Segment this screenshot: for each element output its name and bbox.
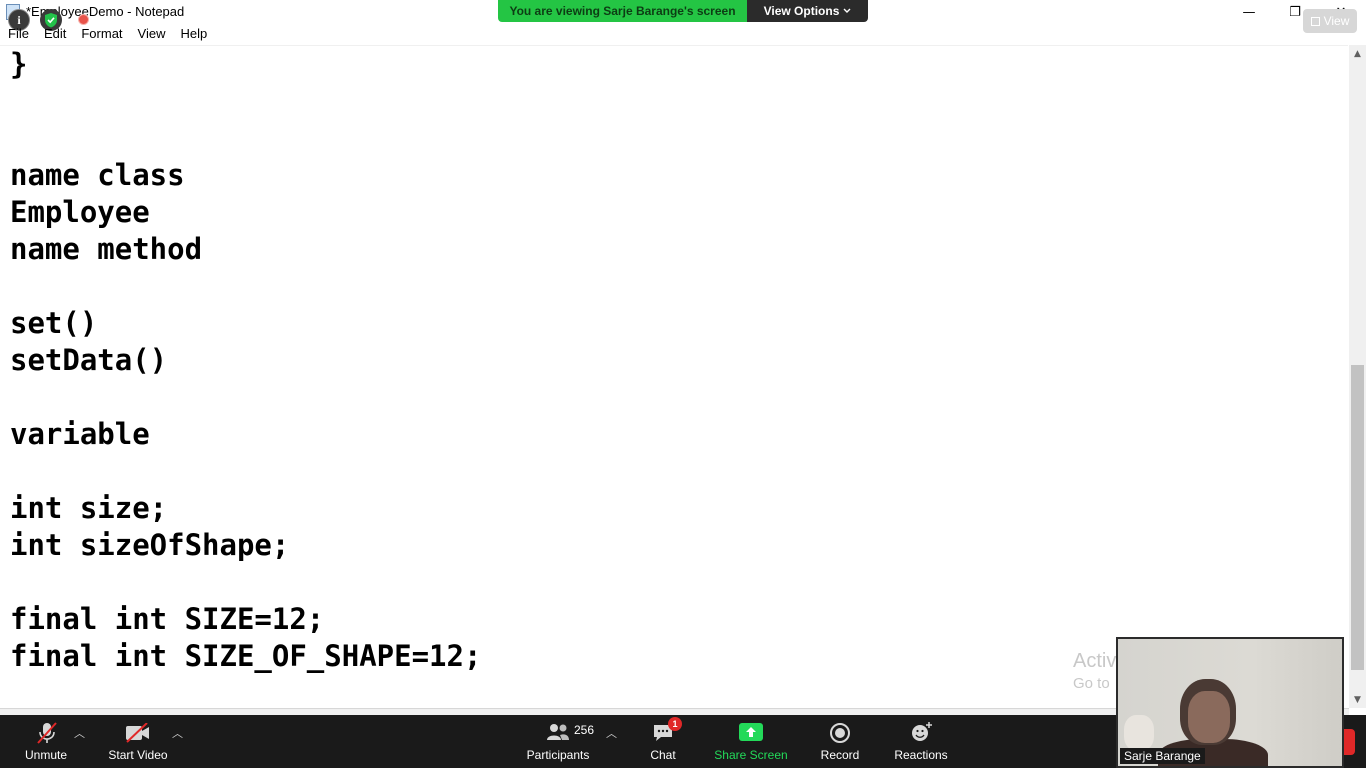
video-options-chevron-icon[interactable]: ︿ xyxy=(172,725,183,741)
scroll-up-arrow-icon[interactable]: ▲ xyxy=(1349,45,1366,62)
scrollbar-thumb[interactable] xyxy=(1351,365,1364,670)
activation-watermark: Activ Go to xyxy=(1073,650,1116,692)
end-meeting-button-edge[interactable] xyxy=(1343,729,1355,755)
code-line: int sizeOfShape; xyxy=(10,528,290,562)
watermark-line-2: Go to xyxy=(1073,675,1110,692)
menu-bar: File Edit Format View Help xyxy=(0,24,1366,44)
share-screen-label: Share Screen xyxy=(714,748,788,762)
record-label: Record xyxy=(820,748,860,762)
code-line: final int SIZE_OF_SHAPE=12; xyxy=(10,639,482,673)
minimize-icon: — xyxy=(1242,4,1256,20)
code-line: name method xyxy=(10,232,203,266)
view-options-label: View Options xyxy=(763,4,840,18)
code-line: Employee xyxy=(10,195,150,229)
screen-share-banner: You are viewing Sarje Barange's screen V… xyxy=(498,0,868,22)
participants-icon xyxy=(547,724,569,740)
reactions-smiley-icon xyxy=(912,722,932,741)
code-line: variable xyxy=(10,417,150,451)
participant-face xyxy=(1188,691,1230,743)
menu-format[interactable]: Format xyxy=(73,24,129,44)
reactions-label: Reactions xyxy=(894,748,948,762)
participants-options-chevron-icon[interactable]: ︿ xyxy=(606,725,617,741)
code-line: setData() xyxy=(10,343,168,377)
view-options-button[interactable]: View Options xyxy=(747,0,868,22)
menu-help[interactable]: Help xyxy=(172,24,214,44)
unmute-label: Unmute xyxy=(24,748,68,762)
record-icon xyxy=(830,723,850,743)
chevron-down-icon xyxy=(843,8,851,13)
vertical-scrollbar[interactable]: ▲ ▼ xyxy=(1349,45,1366,708)
code-line: } xyxy=(10,47,28,81)
maximize-icon: ❐ xyxy=(1289,4,1301,20)
watermark-line-1: Activ xyxy=(1073,650,1117,672)
code-line: int size; xyxy=(10,491,168,525)
text-editor-area[interactable]: } name class Employee name method set() … xyxy=(0,45,1348,709)
code-line: final int SIZE=12; xyxy=(10,602,325,636)
minimize-button[interactable]: — xyxy=(1226,0,1272,24)
record-button[interactable]: Record xyxy=(816,715,864,768)
chat-label: Chat xyxy=(650,748,676,762)
chat-unread-badge: 1 xyxy=(668,717,682,731)
viewing-screen-text: You are viewing Sarje Barange's screen xyxy=(498,0,747,22)
menu-view[interactable]: View xyxy=(130,24,173,44)
share-screen-icon xyxy=(739,723,763,741)
audio-options-chevron-icon[interactable]: ︿ xyxy=(74,725,85,741)
reactions-button[interactable]: Reactions xyxy=(892,715,950,768)
participants-button[interactable]: 256 Participants xyxy=(524,715,595,768)
start-video-button[interactable]: Start Video xyxy=(106,715,170,768)
share-screen-button[interactable]: Share Screen xyxy=(712,715,790,768)
participants-count: 256 xyxy=(574,723,595,737)
participant-video-thumbnail[interactable]: Sarje Barange xyxy=(1116,637,1344,768)
participants-label: Participants xyxy=(526,748,590,762)
participant-hand xyxy=(1124,715,1154,751)
muted-microphone-icon xyxy=(37,722,57,744)
scroll-down-arrow-icon[interactable]: ▼ xyxy=(1349,691,1366,708)
code-line: set() xyxy=(10,306,98,340)
unmute-button[interactable]: Unmute xyxy=(20,715,72,768)
participant-name-tag: Sarje Barange xyxy=(1120,748,1205,764)
video-off-icon xyxy=(126,723,149,743)
code-line: name class xyxy=(10,158,185,192)
menu-file[interactable]: File xyxy=(0,24,36,44)
start-video-label: Start Video xyxy=(108,748,168,762)
menu-edit[interactable]: Edit xyxy=(36,24,73,44)
